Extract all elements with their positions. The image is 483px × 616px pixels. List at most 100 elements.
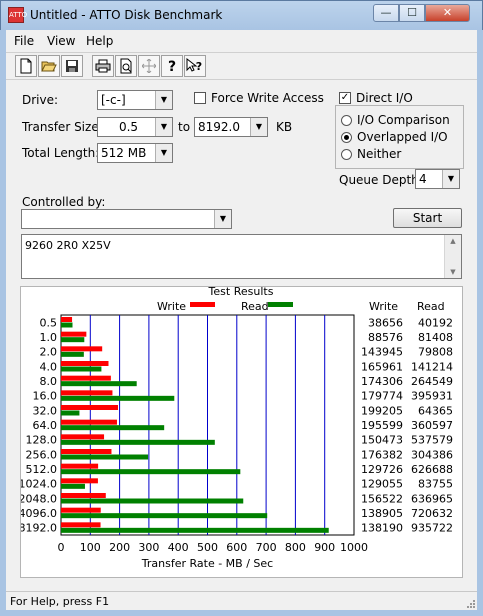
kb-label: KB — [276, 120, 293, 134]
y-tick-label: 64.0 — [33, 419, 58, 432]
x-tick-label: 0 — [58, 541, 65, 554]
write-value: 88576 — [368, 331, 403, 344]
read-bar — [61, 425, 165, 431]
transfer-size-label: Transfer Size: — [22, 120, 103, 134]
scroll-up-icon[interactable]: ▲ — [445, 237, 461, 245]
read-column-header: Read — [417, 300, 445, 313]
menu-help[interactable]: Help — [86, 34, 113, 48]
read-bar — [61, 439, 215, 445]
neither-label: Neither — [357, 147, 402, 161]
x-tick-label: 100 — [80, 541, 101, 554]
write-bar — [61, 507, 101, 513]
read-bar — [61, 483, 85, 489]
print-icon[interactable] — [92, 55, 114, 77]
write-bar — [61, 434, 105, 440]
direct-io-checkbox[interactable]: ✓ — [339, 92, 351, 104]
queue-depth-value: 4 — [419, 172, 427, 186]
chevron-down-icon[interactable]: ▼ — [442, 170, 459, 188]
write-value: 38656 — [368, 316, 403, 329]
queue-depth-label: Queue Depth: — [339, 173, 423, 187]
write-value: 165961 — [361, 360, 403, 373]
transfer-size-from-select[interactable]: 0.5 ▼ — [97, 117, 173, 137]
y-tick-label: 32.0 — [33, 404, 58, 417]
legend-swatch — [268, 302, 293, 307]
chevron-down-icon[interactable]: ▼ — [250, 118, 267, 136]
y-tick-label: 4.0 — [40, 360, 58, 373]
legend-label: Read — [241, 300, 269, 313]
read-bar — [61, 498, 244, 504]
x-tick-label: 1000 — [340, 541, 368, 554]
help-icon[interactable]: ? — [161, 55, 183, 77]
write-value: 199205 — [361, 404, 403, 417]
write-bar — [61, 419, 117, 425]
context-help-icon[interactable]: ? — [184, 55, 206, 77]
app-icon: ATTO — [8, 7, 27, 23]
write-bar — [61, 449, 112, 454]
read-bar — [61, 366, 102, 372]
svg-text:?: ? — [168, 59, 176, 74]
read-bar — [61, 337, 85, 343]
menu-file[interactable]: File — [14, 34, 34, 48]
description-scrollbar[interactable]: ▲ ▼ — [444, 235, 461, 278]
transfer-size-to-select[interactable]: 8192.0 ▼ — [194, 117, 268, 137]
write-bar — [61, 478, 98, 484]
total-length-label: Total Length: — [22, 146, 100, 160]
read-bar — [61, 351, 84, 357]
overlapped-io-radio[interactable] — [341, 132, 352, 143]
read-bar — [61, 395, 175, 401]
write-bar — [61, 346, 103, 352]
drive-label: Drive: — [22, 93, 59, 107]
minimize-button[interactable]: — — [373, 4, 399, 22]
read-value: 636965 — [411, 492, 453, 505]
maximize-button[interactable]: ☐ — [399, 4, 425, 22]
queue-depth-select[interactable]: 4 ▼ — [415, 169, 460, 189]
force-write-checkbox[interactable] — [194, 92, 206, 104]
chevron-down-icon[interactable]: ▼ — [155, 144, 172, 162]
start-button[interactable]: Start — [393, 208, 462, 228]
write-value: 138190 — [361, 522, 403, 535]
direct-io-label: Direct I/O — [356, 91, 413, 105]
results-chart: Test Results Write Read Write Read 0 100 200 300… — [21, 287, 453, 570]
y-tick-label: 8192.0 — [21, 522, 57, 535]
read-bar — [61, 410, 80, 416]
chevron-down-icon[interactable]: ▼ — [214, 210, 231, 228]
write-value: 129055 — [361, 478, 403, 491]
save-icon[interactable] — [61, 55, 83, 77]
resize-grip-icon[interactable] — [464, 597, 476, 609]
close-button[interactable]: ✕ — [425, 4, 470, 22]
write-value: 129726 — [361, 463, 403, 476]
menu-view[interactable]: View — [47, 34, 75, 48]
read-value: 40192 — [418, 316, 453, 329]
x-tick-label: 500 — [197, 541, 218, 554]
write-value: 143945 — [361, 346, 403, 359]
read-value: 360597 — [411, 419, 453, 432]
drive-select[interactable]: [-c-] ▼ — [97, 90, 173, 110]
write-bar — [61, 405, 118, 410]
write-bar — [61, 317, 73, 322]
new-icon[interactable] — [15, 55, 37, 77]
x-tick-label: 300 — [138, 541, 159, 554]
chevron-down-icon[interactable]: ▼ — [155, 91, 172, 109]
description-textarea[interactable]: 9260 2R0 X25V ▲ ▼ — [21, 234, 462, 279]
status-bar: For Help, press F1 — [6, 591, 477, 610]
move-icon[interactable] — [138, 55, 160, 77]
controlled-by-label: Controlled by: — [22, 195, 106, 209]
svg-text:?: ? — [196, 60, 202, 73]
open-icon[interactable] — [38, 55, 60, 77]
neither-radio[interactable] — [341, 149, 352, 160]
write-value: 156522 — [361, 492, 403, 505]
total-length-select[interactable]: 512 MB ▼ — [97, 143, 173, 163]
y-tick-label: 512.0 — [26, 463, 58, 476]
y-tick-label: 128.0 — [26, 434, 58, 447]
io-comparison-label: I/O Comparison — [357, 113, 450, 127]
y-tick-label: 1024.0 — [21, 478, 57, 491]
chevron-down-icon[interactable]: ▼ — [155, 118, 172, 136]
read-value: 81408 — [418, 331, 453, 344]
x-tick-label: 200 — [109, 541, 130, 554]
x-tick-label: 900 — [314, 541, 335, 554]
io-comparison-radio[interactable] — [341, 115, 352, 126]
controlled-by-select[interactable]: ▼ — [21, 209, 232, 229]
write-bar — [61, 493, 106, 498]
scroll-down-icon[interactable]: ▼ — [445, 268, 461, 276]
print-preview-icon[interactable] — [115, 55, 137, 77]
